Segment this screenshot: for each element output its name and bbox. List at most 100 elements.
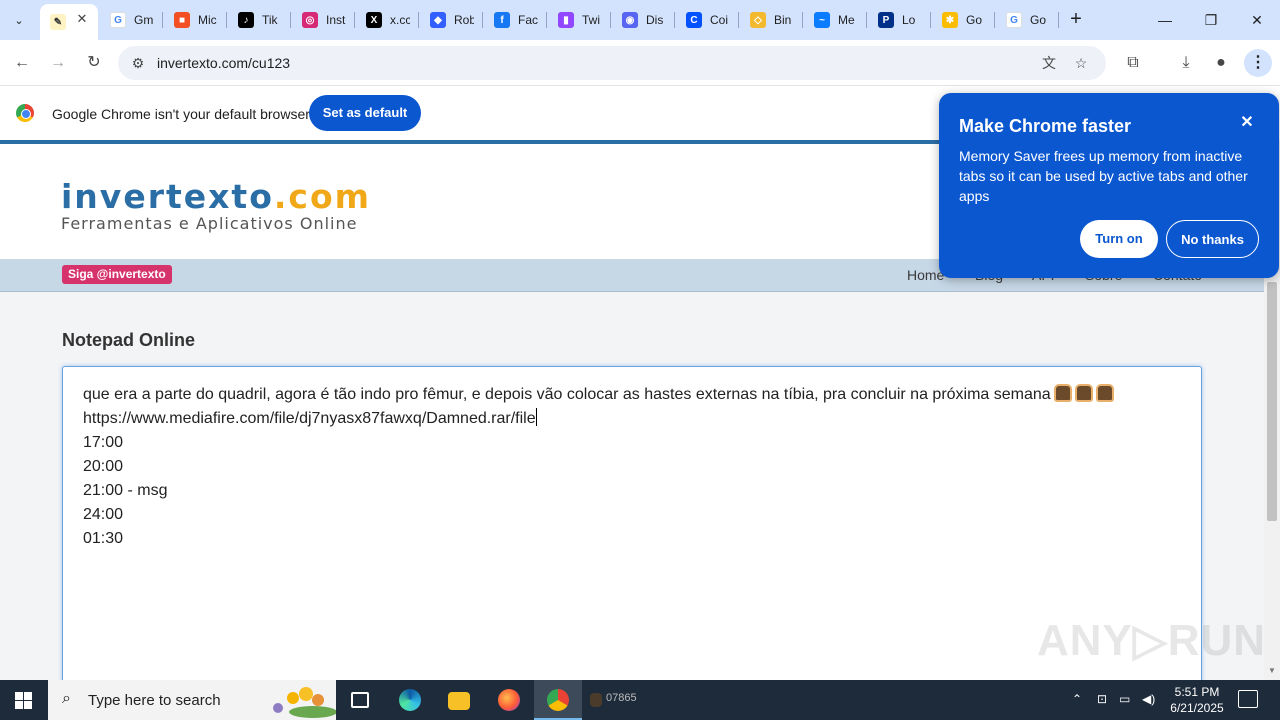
tab-facebook[interactable]: f Fac <box>484 5 544 35</box>
tab-separator <box>674 12 675 28</box>
tab-separator <box>546 12 547 28</box>
set-as-default-button[interactable]: Set as default <box>309 95 421 131</box>
tab-google[interactable]: G Go <box>996 5 1056 35</box>
search-icon: ⌕ <box>62 690 71 707</box>
chrome-icon <box>547 689 569 711</box>
tab-strip: ⌄ ✎ G Gm ■ Mic ♪ Tik ◎ Inst Xx.cc ◆ Rob f Fac ▮ Twi ◉ Dis… <box>0 0 1280 40</box>
tab-separator <box>354 12 355 28</box>
bookmark-star-icon[interactable]: ☆ <box>1069 51 1093 75</box>
new-tab-button[interactable]: + <box>1064 8 1088 32</box>
tab-title: Bin <box>774 13 792 27</box>
edge-app[interactable] <box>386 680 434 720</box>
chrome-menu-button[interactable]: ⋮ <box>1244 49 1272 77</box>
tab-google-photos[interactable]: ✱ Go <box>932 5 992 35</box>
taskbar-search[interactable]: ⌕ Type here to search <box>48 680 336 720</box>
tab-roblox[interactable]: ◆ Rob <box>420 5 480 35</box>
widget-text: 07865 <box>606 692 637 704</box>
site-logo[interactable]: invertexto.com <box>61 177 371 216</box>
plus-icon: + <box>1070 8 1082 30</box>
tab-separator <box>930 12 931 28</box>
logo-tld: .com <box>273 177 372 216</box>
no-thanks-button[interactable]: No thanks <box>1166 220 1259 258</box>
tab-microsoft[interactable]: ■ Mic <box>164 5 224 35</box>
notepad-title: Notepad Online <box>62 330 196 350</box>
scroll-thumb[interactable] <box>1267 282 1277 521</box>
tab-title: Go <box>966 13 983 27</box>
tab-separator <box>738 12 739 28</box>
tab-messenger[interactable]: ~ Me <box>804 5 864 35</box>
chrome-app[interactable] <box>534 680 582 720</box>
restore-button[interactable]: ❐ <box>1188 6 1234 34</box>
tab-coinbase[interactable]: C Coi <box>676 5 736 35</box>
notepad-line: 21:00 - msg <box>83 482 168 499</box>
usb-icon[interactable]: ⊡ <box>1097 692 1107 706</box>
minimize-button[interactable]: — <box>1142 6 1188 34</box>
arrow-left-icon: ← <box>14 54 30 71</box>
url-text[interactable]: invertexto.com/cu123 <box>157 55 290 71</box>
turn-on-button[interactable]: Turn on <box>1080 220 1158 258</box>
tab-search-button[interactable]: ⌄ <box>6 8 32 32</box>
coinbase-icon: C <box>686 12 702 28</box>
translate-icon[interactable]: 文 <box>1037 51 1061 75</box>
tab-title: Gm <box>134 13 154 27</box>
reload-button[interactable]: ↻ <box>82 51 106 75</box>
facepalm-emoji-icon <box>1053 384 1072 402</box>
infobar-message: Google Chrome isn't your default browser <box>52 106 310 122</box>
tab-twitch[interactable]: ▮ Twi <box>548 5 608 35</box>
firefox-icon <box>498 689 520 711</box>
chevron-down-icon: ⌄ <box>14 14 24 27</box>
download-icon[interactable]: ⤓ <box>1174 51 1198 75</box>
notepad-line: 17:00 <box>83 434 124 451</box>
tab-paypal[interactable]: P Lo <box>868 5 928 35</box>
tab-separator <box>994 12 995 28</box>
notepad-textarea[interactable]: que era a parte do quadril, agora é tão … <box>62 366 1202 680</box>
follow-button[interactable]: Siga @invertexto <box>62 265 172 284</box>
firefox-app[interactable] <box>485 680 533 720</box>
tab-binance[interactable]: ◇ Bin <box>740 5 800 35</box>
screen: ⌄ ✎ G Gm ■ Mic ♪ Tik ◎ Inst Xx.cc ◆ Rob f Fac ▮ Twi ◉ Dis… <box>0 0 1280 720</box>
profile-icon[interactable]: ● <box>1209 51 1233 75</box>
file-explorer-app[interactable] <box>435 680 483 720</box>
tab-x[interactable]: Xx.cc <box>356 5 416 35</box>
scroll-down-icon[interactable]: ▼ <box>1267 666 1277 676</box>
forward-button[interactable]: → <box>46 51 70 75</box>
google-icon: G <box>1006 12 1022 28</box>
folder-icon <box>448 692 470 710</box>
messenger-icon: ~ <box>814 12 830 28</box>
start-button[interactable] <box>0 680 48 720</box>
reload-icon: ↻ <box>87 54 101 71</box>
task-view-button[interactable] <box>336 680 384 720</box>
stock-widget[interactable]: 07865 <box>584 680 654 720</box>
back-button[interactable]: ← <box>10 51 34 75</box>
tray-chevron-icon[interactable]: ⌃ <box>1072 692 1082 706</box>
tab-separator <box>1058 12 1059 28</box>
more-vert-icon: ⋮ <box>1250 54 1266 71</box>
tab-discord[interactable]: ◉ Dis <box>612 5 672 35</box>
notepad-line: 20:00 <box>83 458 124 475</box>
taskbar-clock[interactable]: 5:51 PM 6/21/2025 <box>1160 684 1234 716</box>
text-caret <box>535 408 537 426</box>
tab-instagram[interactable]: ◎ Inst <box>292 5 352 35</box>
extensions-icon[interactable]: ⧉ <box>1121 51 1145 75</box>
anyrun-watermark: ANY▷RUN <box>1037 616 1264 665</box>
address-bar[interactable]: ⚙ invertexto.com/cu123 文 ☆ <box>118 46 1106 80</box>
tab-tiktok[interactable]: ♪ Tik <box>228 5 288 35</box>
tab-google[interactable]: G Gm <box>100 5 160 35</box>
roblox-icon: ◆ <box>430 12 446 28</box>
search-placeholder: Type here to search <box>88 692 221 709</box>
task-view-icon <box>351 692 369 708</box>
close-window-button[interactable]: ✕ <box>1234 6 1280 34</box>
volume-icon[interactable]: ◀) <box>1142 692 1155 706</box>
tab-close-icon[interactable]: ✕ <box>75 12 89 26</box>
tab-separator <box>162 12 163 28</box>
instagram-icon: ◎ <box>302 12 318 28</box>
discord-icon: ◉ <box>622 12 638 28</box>
memory-saver-popup: Make Chrome faster ✕ Memory Saver frees … <box>939 93 1279 278</box>
notepad-line: 01:30 <box>83 530 124 547</box>
popup-close-icon[interactable]: ✕ <box>1237 113 1257 133</box>
network-icon[interactable]: ▭ <box>1119 692 1130 706</box>
tab-title: Twi <box>582 13 600 27</box>
site-info-icon[interactable]: ⚙ <box>126 51 150 75</box>
tab-notepad[interactable]: ✎ <box>40 4 98 40</box>
notification-icon[interactable] <box>1238 690 1258 708</box>
